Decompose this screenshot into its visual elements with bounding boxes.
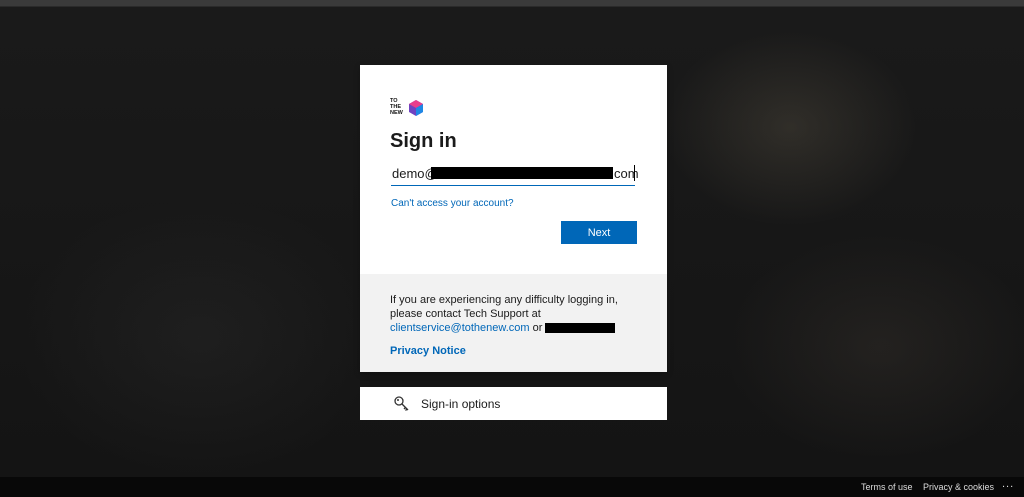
page-title: Sign in	[390, 130, 457, 152]
browser-top-strip	[0, 0, 1024, 7]
redacted-email-part	[431, 167, 613, 179]
redacted-phone	[545, 323, 616, 334]
logo-text: TO THE NEW	[390, 98, 403, 116]
cant-access-link[interactable]: Can't access your account?	[391, 198, 514, 209]
logo-mark-icon	[409, 100, 423, 116]
signin-card: TO THE NEW Sign in demo@ com Can't acces…	[360, 65, 667, 372]
company-logo: TO THE NEW	[390, 98, 426, 118]
privacy-notice-link[interactable]: Privacy Notice	[390, 345, 466, 357]
key-icon	[394, 396, 409, 411]
support-info-text: If you are experiencing any difficulty l…	[390, 293, 640, 335]
next-button[interactable]: Next	[561, 221, 637, 244]
support-email-link[interactable]: clientservice@tothenew.com	[390, 322, 530, 334]
text-caret	[634, 165, 635, 181]
or-text: or	[532, 322, 543, 334]
email-field[interactable]: demo@ com	[391, 163, 639, 186]
support-info-panel: If you are experiencing any difficulty l…	[360, 274, 667, 372]
footer: Terms of use Privacy & cookies ...	[0, 477, 1024, 497]
logo-line-3: NEW	[390, 110, 403, 116]
support-message: If you are experiencing any difficulty l…	[390, 294, 618, 320]
signin-options-label: Sign-in options	[421, 397, 501, 411]
privacy-cookies-link[interactable]: Privacy & cookies	[923, 482, 994, 492]
terms-of-use-link[interactable]: Terms of use	[861, 482, 913, 492]
more-options-icon[interactable]: ...	[1002, 478, 1014, 490]
signin-options-button[interactable]: Sign-in options	[360, 387, 667, 420]
